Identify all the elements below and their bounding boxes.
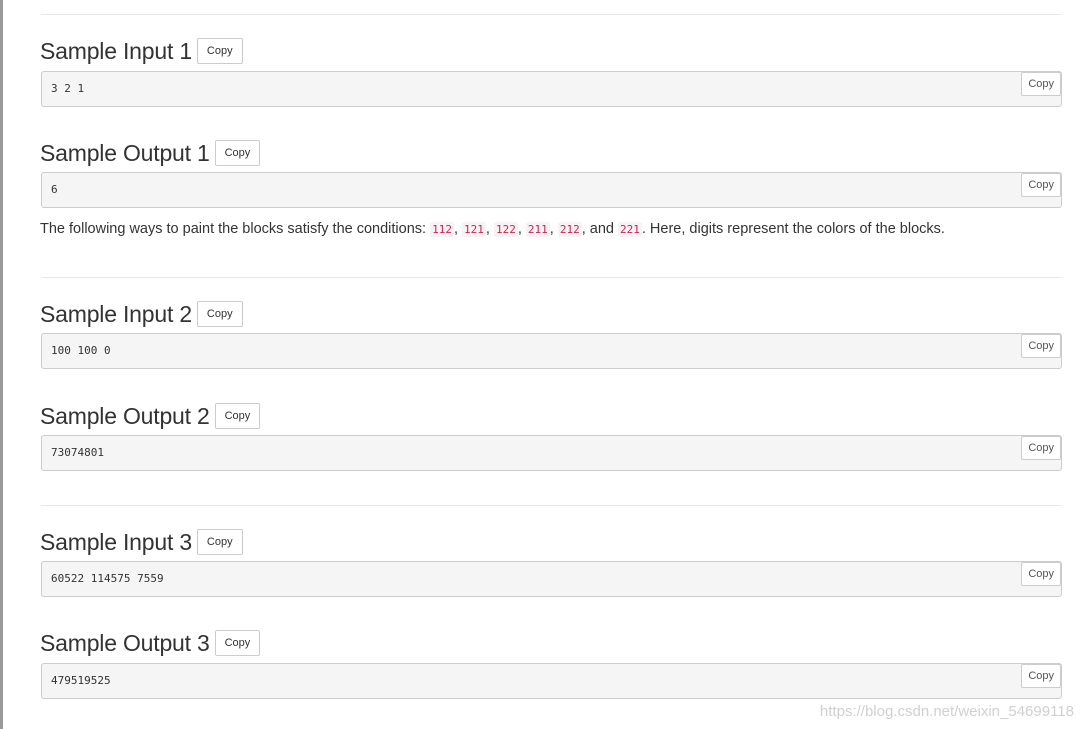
explanation-suffix: . Here, digits represent the colors of t…: [641, 221, 945, 237]
sample-input-2-box: 100 100 0 Copy: [41, 333, 1062, 369]
divider: [41, 505, 1062, 506]
sample-input-1-copy-button[interactable]: Copy: [196, 38, 243, 64]
explanation-prefix: The following ways to paint the blocks s…: [40, 221, 431, 237]
sample-input-1-heading: Sample Input 1 Copy: [40, 36, 243, 66]
sample-output-2-copy-button[interactable]: Copy: [214, 403, 261, 429]
sample-input-3-title: Sample Input 3: [40, 528, 192, 555]
sample-output-3-value: 479519525: [51, 674, 111, 687]
sample-input-1-value: 3 2 1: [51, 82, 85, 95]
divider: [41, 277, 1062, 278]
sample-output-2-title: Sample Output 2: [40, 402, 210, 429]
sample-output-3-heading: Sample Output 3 Copy: [40, 628, 261, 658]
sample-output-1-title: Sample Output 1: [40, 139, 210, 166]
sample-input-3-copy-button[interactable]: Copy: [196, 529, 243, 555]
sample-output-1-box: 6 Copy: [41, 172, 1062, 208]
sample-input-2-title: Sample Input 2: [40, 300, 192, 327]
explanation-code: 211: [525, 222, 550, 237]
problem-samples-page: Sample Input 1 Copy 3 2 1 Copy Sample Ou…: [0, 0, 1084, 729]
sample-input-3-box: 60522 114575 7559 Copy: [41, 561, 1062, 597]
sample-output-1-copy-button[interactable]: Copy: [214, 140, 261, 166]
watermark: https://blog.csdn.net/weixin_54699118: [819, 703, 1074, 720]
divider: [41, 14, 1062, 15]
explanation-code: 221: [618, 222, 642, 237]
sample-input-2-value: 100 100 0: [51, 344, 111, 357]
sample-output-2-box-copy-button[interactable]: Copy: [1021, 436, 1061, 460]
sample-input-2-copy-button[interactable]: Copy: [196, 301, 243, 327]
sample-input-2-heading: Sample Input 2 Copy: [40, 299, 243, 329]
explanation-code: 112: [430, 222, 454, 237]
sample-input-1-title: Sample Input 1: [40, 37, 192, 64]
sample-output-1-value: 6: [51, 183, 58, 196]
sample-output-2-heading: Sample Output 2 Copy: [40, 401, 261, 431]
sample-output-3-box: 479519525 Copy: [41, 663, 1062, 699]
sample-input-3-value: 60522 114575 7559: [51, 572, 164, 585]
sample-output-3-title: Sample Output 3: [40, 629, 210, 656]
sample-output-2-box: 73074801 Copy: [41, 435, 1062, 471]
sample-input-3-box-copy-button[interactable]: Copy: [1021, 562, 1061, 586]
sample-1-explanation: The following ways to paint the blocks s…: [40, 221, 945, 237]
explanation-code: 121: [462, 222, 486, 237]
explanation-code: 122: [493, 222, 518, 237]
sample-input-1-box: 3 2 1 Copy: [41, 71, 1062, 107]
explanation-code: 212: [557, 222, 582, 237]
left-border: [0, 0, 3, 729]
sample-input-2-box-copy-button[interactable]: Copy: [1021, 334, 1061, 358]
sample-output-2-value: 73074801: [51, 446, 104, 459]
sample-output-1-box-copy-button[interactable]: Copy: [1021, 173, 1061, 197]
sample-input-3-heading: Sample Input 3 Copy: [40, 527, 243, 557]
sample-output-1-heading: Sample Output 1 Copy: [40, 138, 261, 168]
sample-input-1-box-copy-button[interactable]: Copy: [1021, 72, 1061, 96]
sample-output-3-box-copy-button[interactable]: Copy: [1021, 664, 1061, 688]
sample-output-3-copy-button[interactable]: Copy: [214, 630, 261, 656]
